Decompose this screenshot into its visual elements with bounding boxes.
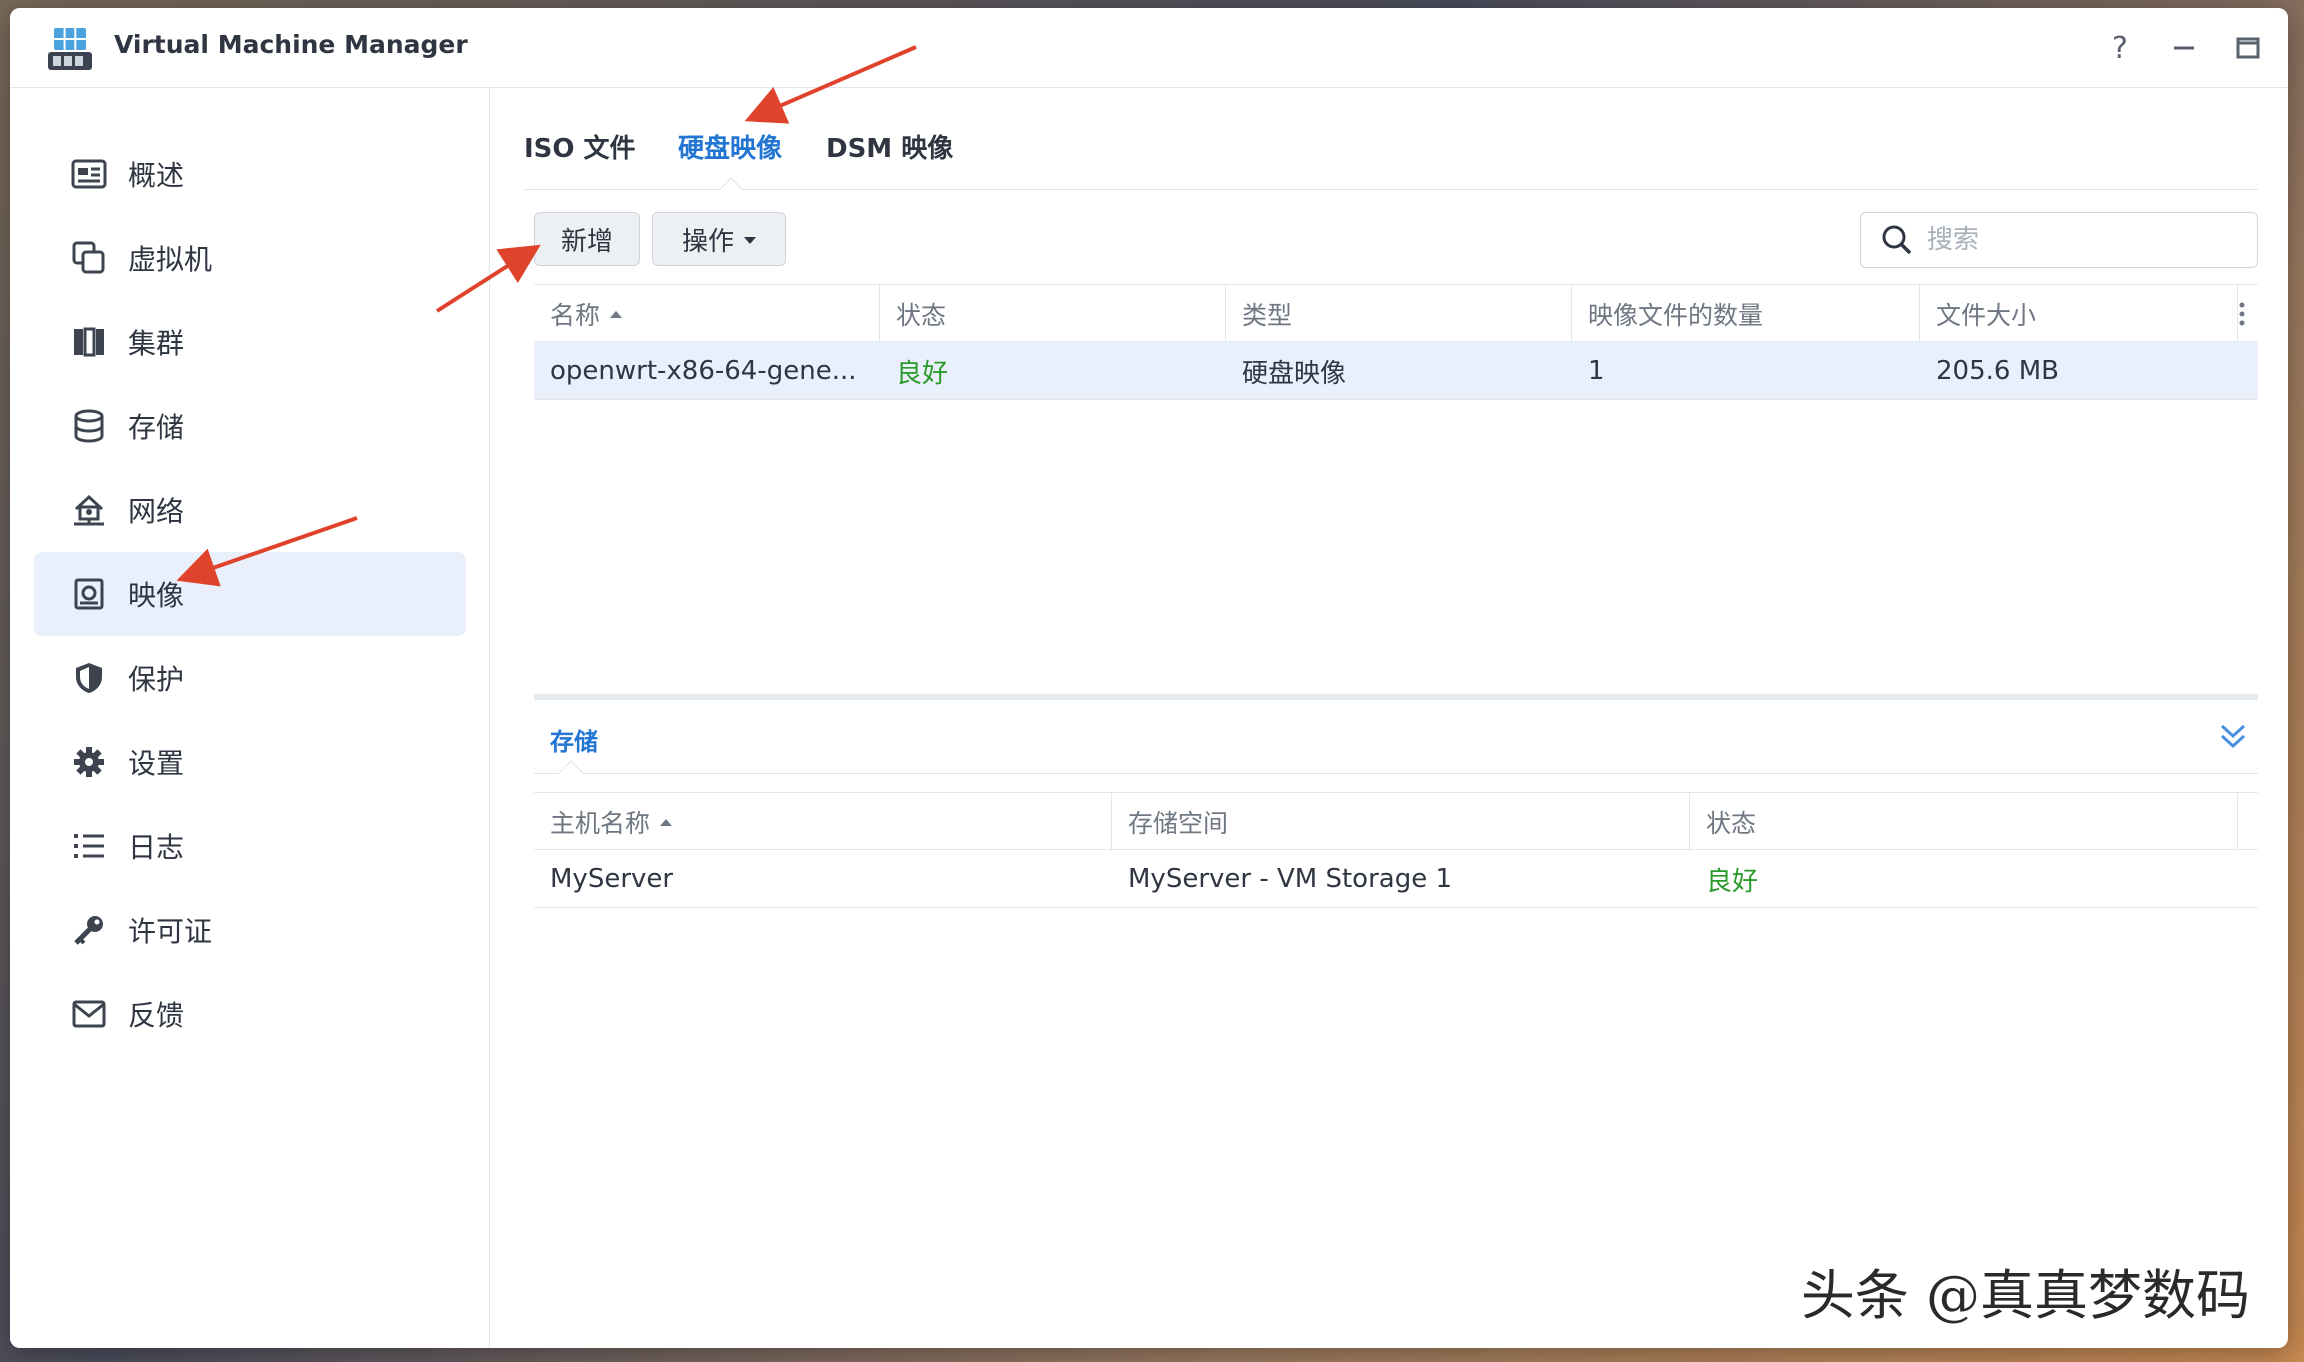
network-icon xyxy=(70,491,108,529)
column-header-image-count[interactable]: 映像文件的数量 xyxy=(1572,285,1920,343)
cell-storage-volume: MyServer - VM Storage 1 xyxy=(1128,864,1453,894)
sidebar-item-label: 设置 xyxy=(128,747,185,780)
sidebar-item-license[interactable]: 许可证 xyxy=(34,888,466,972)
column-header-type[interactable]: 类型 xyxy=(1226,285,1572,343)
column-header-host-name[interactable]: 主机名称 xyxy=(534,793,1112,851)
cell-status: 良好 xyxy=(1706,866,1759,897)
add-button[interactable]: 新增 xyxy=(534,212,640,266)
maximize-icon[interactable] xyxy=(2230,30,2266,66)
storage-table-header: 主机名称 存储空间 状态 xyxy=(534,792,2258,851)
sidebar-item-image[interactable]: 映像 xyxy=(34,552,466,636)
sidebar-item-label: 存储 xyxy=(128,411,185,444)
sidebar-item-label: 网络 xyxy=(128,495,185,528)
sidebar-item-overview[interactable]: 概述 xyxy=(34,132,466,216)
column-header-name[interactable]: 名称 xyxy=(534,285,880,343)
sidebar-item-label: 许可证 xyxy=(128,915,213,948)
cluster-icon xyxy=(70,323,108,361)
title-bar: Virtual Machine Manager ? xyxy=(10,8,2288,88)
more-vertical-icon[interactable] xyxy=(2232,299,2252,329)
sidebar-item-label: 映像 xyxy=(128,579,185,612)
column-header-status[interactable]: 状态 xyxy=(1690,793,2238,851)
image-icon xyxy=(70,575,108,613)
sidebar-item-log[interactable]: 日志 xyxy=(34,804,466,888)
sidebar: 概述 虚拟机 集群 存储 网络 映像 保护 设置 日志 许可证 反馈 xyxy=(10,88,490,1348)
active-tab-caret xyxy=(718,177,744,203)
mail-icon xyxy=(70,995,108,1033)
sidebar-item-label: 保护 xyxy=(128,663,185,696)
sidebar-item-label: 日志 xyxy=(128,831,185,864)
sort-ascending-icon xyxy=(660,818,673,826)
shield-icon xyxy=(70,659,108,697)
vmm-window: Virtual Machine Manager ? 概述 虚拟机 集群 存储 网… xyxy=(10,8,2288,1348)
column-header-label: 名称 xyxy=(550,301,601,330)
action-dropdown-button[interactable]: 操作 xyxy=(652,212,786,266)
sidebar-item-storage[interactable]: 存储 xyxy=(34,384,466,468)
images-table: 名称 状态 类型 映像文件的数量 文件大小 openwrt-x86-64-gen… xyxy=(534,284,2258,684)
watermark-text: 头条 @真真梦数码 xyxy=(1800,1264,2250,1327)
chevron-down-icon xyxy=(744,236,756,244)
column-header-label: 主机名称 xyxy=(550,809,651,838)
storage-panel-tab[interactable]: 存储 xyxy=(550,722,598,757)
cell-type: 硬盘映像 xyxy=(1242,358,1347,389)
storage-table: 主机名称 存储空间 状态 MyServer MyServer - VM Stor… xyxy=(534,792,2258,912)
active-tab-caret xyxy=(558,760,584,786)
cell-name: openwrt-x86-64-gene... xyxy=(550,356,857,386)
storage-panel-header: 存储 xyxy=(534,700,2258,786)
action-button-label: 操作 xyxy=(681,226,734,257)
table-row[interactable]: MyServer MyServer - VM Storage 1 良好 xyxy=(534,850,2258,908)
images-table-header: 名称 状态 类型 映像文件的数量 文件大小 xyxy=(534,284,2258,343)
cell-status: 良好 xyxy=(896,358,949,389)
tab-dsm-images[interactable]: DSM 映像 xyxy=(826,128,953,165)
table-row[interactable]: openwrt-x86-64-gene... 良好 硬盘映像 1 205.6 M… xyxy=(534,342,2258,400)
cell-file-size: 205.6 MB xyxy=(1936,356,2059,386)
main-panel: ISO 文件 硬盘映像 DSM 映像 新增 操作 名称 状态 类型 映像文件的数… xyxy=(490,88,2288,1348)
sidebar-item-label: 概述 xyxy=(128,159,185,192)
tab-iso-files[interactable]: ISO 文件 xyxy=(524,128,636,165)
minimize-icon[interactable] xyxy=(2166,30,2202,66)
collapse-icon[interactable] xyxy=(2218,720,2248,754)
tab-disk-images[interactable]: 硬盘映像 xyxy=(678,128,782,165)
window-title: Virtual Machine Manager xyxy=(114,30,468,59)
sidebar-item-feedback[interactable]: 反馈 xyxy=(34,972,466,1056)
overview-icon xyxy=(70,155,108,193)
virtual-machine-icon xyxy=(70,239,108,277)
tab-bar: ISO 文件 硬盘映像 DSM 映像 xyxy=(524,128,2258,203)
gear-icon xyxy=(70,743,108,781)
column-header-file-size[interactable]: 文件大小 xyxy=(1920,285,2238,343)
sidebar-item-network[interactable]: 网络 xyxy=(34,468,466,552)
column-header-storage-volume[interactable]: 存储空间 xyxy=(1112,793,1690,851)
cell-host-name: MyServer xyxy=(550,864,674,894)
cell-image-count: 1 xyxy=(1588,356,1605,386)
column-header-status[interactable]: 状态 xyxy=(880,285,1226,343)
search-input[interactable] xyxy=(1927,225,2247,255)
key-icon xyxy=(70,911,108,949)
sidebar-item-cluster[interactable]: 集群 xyxy=(34,300,466,384)
list-icon xyxy=(70,827,108,865)
sidebar-item-label: 集群 xyxy=(128,327,185,360)
sort-ascending-icon xyxy=(610,310,623,318)
sidebar-item-protection[interactable]: 保护 xyxy=(34,636,466,720)
storage-icon xyxy=(70,407,108,445)
sidebar-item-virtual-machine[interactable]: 虚拟机 xyxy=(34,216,466,300)
sidebar-item-label: 虚拟机 xyxy=(128,243,213,276)
search-box[interactable] xyxy=(1860,212,2258,268)
sidebar-item-label: 反馈 xyxy=(128,999,185,1032)
vmm-app-icon xyxy=(48,28,92,70)
sidebar-item-settings[interactable]: 设置 xyxy=(34,720,466,804)
help-icon[interactable]: ? xyxy=(2102,30,2138,66)
search-icon xyxy=(1882,225,1912,255)
